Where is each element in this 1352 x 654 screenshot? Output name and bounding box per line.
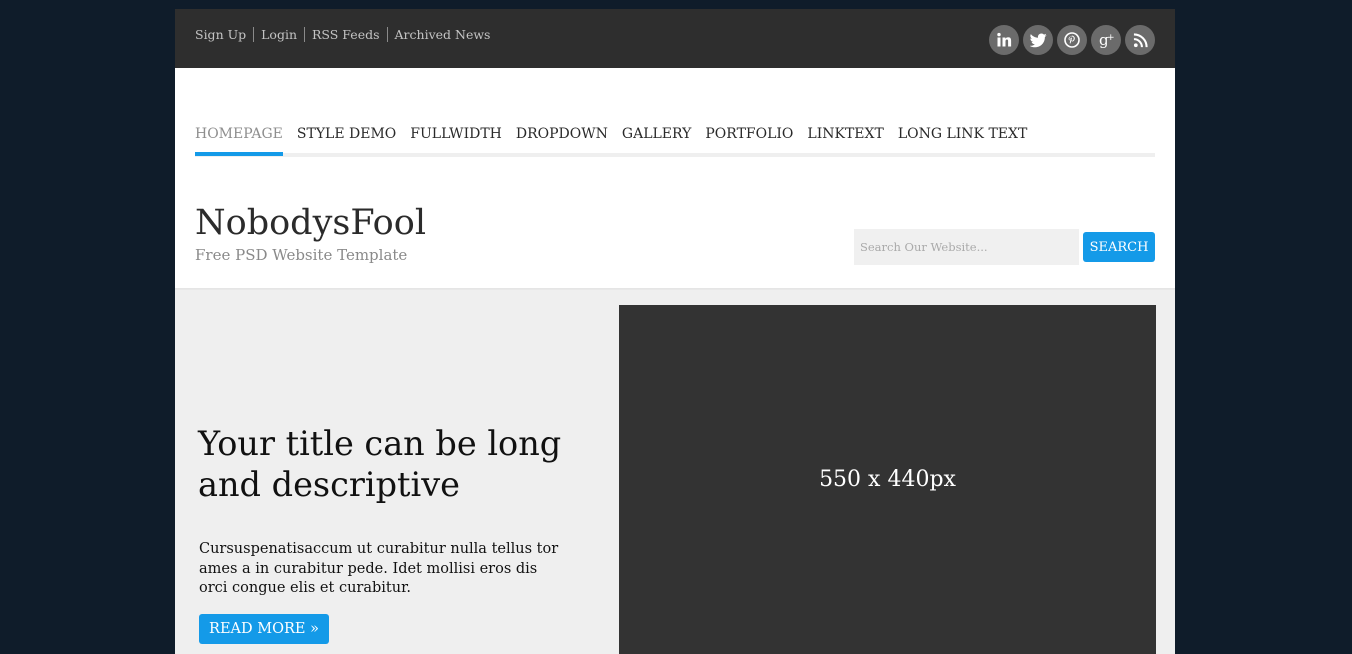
site-title[interactable]: NobodysFool	[195, 202, 426, 244]
archived-news-link[interactable]: Archived News	[395, 27, 491, 42]
search-input[interactable]	[854, 229, 1079, 265]
nav-rail	[195, 153, 1155, 157]
svg-text:+: +	[1107, 33, 1115, 43]
hero-body-text: Cursuspenatisaccum ut curabitur nulla te…	[199, 541, 559, 596]
nav-item-long-link-text[interactable]: LONG LINK TEXT	[898, 126, 1028, 142]
rss-feeds-link[interactable]: RSS Feeds	[312, 27, 380, 42]
site-tagline: Free PSD Website Template	[195, 246, 408, 264]
search-button[interactable]: SEARCH	[1083, 232, 1155, 262]
main-nav: HOMEPAGE STYLE DEMO FULLWIDTH DROPDOWN G…	[195, 126, 1155, 159]
nav-item-dropdown[interactable]: DROPDOWN	[516, 126, 608, 142]
search-form: SEARCH	[854, 229, 1155, 265]
nav-item-fullwidth[interactable]: FULLWIDTH	[410, 126, 502, 142]
nav-item-gallery[interactable]: GALLERY	[622, 126, 691, 142]
link-separator	[304, 27, 306, 42]
hero-headline: Your title can be long and descriptive	[198, 424, 562, 504]
branding: NobodysFool Free PSD Website Template	[195, 202, 426, 264]
hero-section: Your title can be long and descriptive C…	[175, 290, 1175, 654]
signup-link[interactable]: Sign Up	[195, 27, 246, 42]
twitter-icon[interactable]	[1023, 25, 1053, 55]
hero-image-placeholder: 550 x 440px	[619, 305, 1156, 654]
nav-item-style-demo[interactable]: STYLE DEMO	[297, 126, 396, 142]
google-plus-icon[interactable]: g +	[1091, 25, 1121, 55]
nav-item-homepage[interactable]: HOMEPAGE	[195, 126, 283, 156]
top-bar: Sign Up Login RSS Feeds Archived News g …	[175, 9, 1175, 68]
nav-item-portfolio[interactable]: PORTFOLIO	[705, 126, 793, 142]
nav-items: HOMEPAGE STYLE DEMO FULLWIDTH DROPDOWN G…	[195, 126, 1155, 156]
linkedin-icon[interactable]	[989, 25, 1019, 55]
read-more-button[interactable]: READ MORE »	[199, 614, 329, 644]
nav-item-linktext[interactable]: LINKTEXT	[807, 126, 883, 142]
link-separator	[253, 27, 255, 42]
login-link[interactable]: Login	[261, 27, 297, 42]
pinterest-icon[interactable]	[1057, 25, 1087, 55]
social-icons: g +	[989, 25, 1155, 55]
image-size-label: 550 x 440px	[819, 467, 956, 492]
top-links: Sign Up Login RSS Feeds Archived News	[195, 27, 490, 42]
link-separator	[386, 27, 388, 42]
page-container: Sign Up Login RSS Feeds Archived News g …	[175, 9, 1175, 654]
rss-icon[interactable]	[1125, 25, 1155, 55]
